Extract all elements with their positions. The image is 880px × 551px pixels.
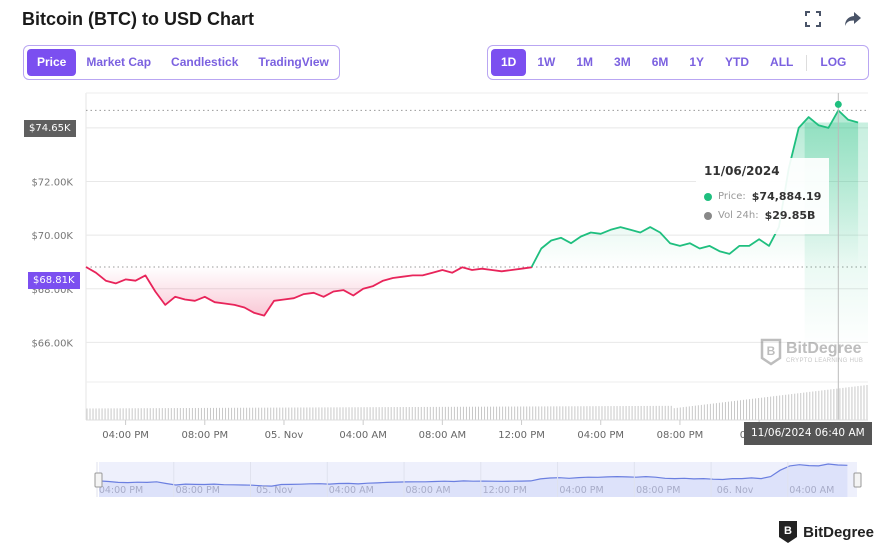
fullscreen-icon[interactable]	[804, 10, 822, 28]
navigator-tick-label: 05. Nov	[256, 485, 293, 496]
reference-price-label: $68.81K	[28, 272, 80, 289]
x-tick-label: 08:00 PM	[181, 430, 228, 441]
tooltip-vol-label: Vol 24h:	[718, 210, 759, 221]
y-tick-label: $66.00K	[31, 338, 73, 349]
navigator-tick-label: 06. Nov	[717, 485, 754, 496]
hover-band	[804, 122, 868, 348]
watermark-name: BitDegree	[786, 340, 862, 357]
x-tick-label: 04:00 AM	[339, 430, 386, 441]
price-chart[interactable]: $66.00K$68.00K$70.00K$72.00K$74.00K04:00…	[0, 85, 880, 515]
tab-market-cap[interactable]: Market Cap	[76, 49, 161, 76]
range-1m[interactable]: 1M	[566, 49, 603, 76]
tooltip-vol-value: $29.85B	[764, 209, 816, 222]
bitdegree-logo-icon: B	[779, 521, 798, 543]
x-tick-label: 04:00 PM	[102, 430, 149, 441]
navigator-tick-label: 04:00 PM	[99, 485, 143, 496]
navigator-tick-label: 12:00 PM	[483, 485, 527, 496]
navigator-handle-left[interactable]	[94, 472, 103, 488]
page-title: Bitcoin (BTC) to USD Chart	[22, 9, 254, 29]
range-1w[interactable]: 1W	[527, 49, 565, 76]
tab-tradingview[interactable]: TradingView	[248, 49, 338, 76]
tooltip-price-label: Price:	[718, 191, 746, 202]
price-dot-icon	[704, 192, 712, 201]
range-ytd[interactable]: YTD	[715, 49, 759, 76]
log-toggle[interactable]: LOG	[810, 49, 856, 76]
watermark: B BitDegree CRYPTO LEARNING HUB	[760, 338, 863, 366]
range-6m[interactable]: 6M	[642, 49, 679, 76]
tab-price[interactable]: Price	[27, 49, 77, 76]
crosshair-y-label: $74.65K	[24, 120, 76, 137]
range-3m[interactable]: 3M	[604, 49, 641, 76]
divider	[806, 54, 808, 71]
x-tick-label: 08:00 PM	[657, 430, 704, 441]
top-actions	[804, 10, 862, 28]
svg-text:B: B	[767, 344, 776, 358]
chart-type-tabs: Price Market Cap Candlestick TradingView	[23, 45, 340, 80]
navigator-tick-label: 08:00 PM	[636, 485, 680, 496]
brand-logo: B BitDegree	[777, 519, 874, 545]
tooltip-date: 11/06/2024	[704, 164, 780, 178]
y-tick-label: $70.00K	[31, 231, 73, 242]
navigator-handle-right[interactable]	[853, 472, 862, 488]
tooltip-price-value: $74,884.19	[751, 190, 822, 203]
crosshair-x-label: 11/06/2024 06:40 AM	[744, 422, 872, 445]
x-tick-label: 04:00 PM	[577, 430, 624, 441]
y-tick-label: $72.00K	[31, 178, 73, 189]
range-all[interactable]: ALL	[760, 49, 803, 76]
range-tabs: 1D 1W 1M 3M 6M 1Y YTD ALL LOG	[487, 45, 869, 80]
brand-name: BitDegree	[803, 523, 874, 541]
bitdegree-shield-icon: B	[760, 338, 782, 366]
navigator-tick-label: 04:00 PM	[559, 485, 603, 496]
volume-dot-icon	[704, 211, 712, 220]
share-icon[interactable]	[844, 10, 862, 28]
watermark-sub: CRYPTO LEARNING HUB	[786, 358, 864, 364]
chart-tooltip: 11/06/2024 Price: $74,884.19 Vol 24h: $2…	[696, 158, 830, 234]
navigator-tick-label: 04:00 AM	[329, 485, 374, 496]
svg-text:B: B	[784, 525, 792, 537]
hover-point	[834, 100, 842, 108]
range-1d[interactable]: 1D	[491, 49, 527, 76]
x-tick-label: 05. Nov	[265, 430, 304, 441]
area-below-reference	[86, 267, 532, 316]
x-tick-label: 08:00 AM	[419, 430, 466, 441]
navigator-tick-label: 08:00 PM	[176, 485, 220, 496]
tab-candlestick[interactable]: Candlestick	[161, 49, 248, 76]
range-1y[interactable]: 1Y	[679, 49, 714, 76]
navigator-tick-label: 04:00 AM	[789, 485, 834, 496]
navigator-tick-label: 08:00 AM	[405, 485, 450, 496]
x-tick-label: 12:00 PM	[498, 430, 545, 441]
